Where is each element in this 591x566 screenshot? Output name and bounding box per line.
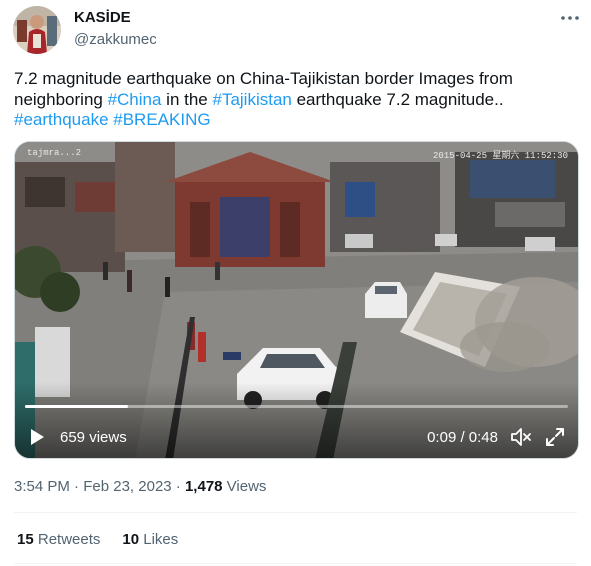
tweet-text-line-1: 7.2 magnitude earthquake on China-Tajiki… bbox=[14, 69, 513, 88]
hashtag-breaking[interactable]: #BREAKING bbox=[113, 110, 210, 129]
tweet-date[interactable]: Feb 23, 2023 bbox=[83, 478, 171, 495]
retweets-stat[interactable]: 15 Retweets bbox=[17, 531, 100, 548]
tweet-text: 7.2 magnitude earthquake on China-Tajiki… bbox=[14, 69, 574, 131]
meta-separator: · bbox=[69, 478, 84, 495]
hashtag-tajikistan[interactable]: #Tajikistan bbox=[213, 90, 292, 109]
avatar-image bbox=[13, 6, 61, 54]
volume-muted-icon bbox=[511, 428, 531, 446]
tweet-stats: 15 Retweets 10 Likes bbox=[17, 531, 178, 548]
retweets-label: Retweets bbox=[33, 531, 101, 548]
views-label: Views bbox=[222, 478, 267, 495]
text-segment: neighboring bbox=[14, 89, 108, 109]
fullscreen-button[interactable] bbox=[544, 426, 566, 448]
video-time: 0:09 / 0:48 bbox=[427, 429, 498, 446]
video-progress-fill bbox=[25, 405, 129, 408]
video-frame bbox=[15, 142, 578, 458]
play-icon bbox=[31, 429, 44, 445]
more-options-button[interactable] bbox=[556, 8, 584, 28]
meta-separator: · bbox=[171, 478, 185, 495]
more-horizontal-icon bbox=[561, 16, 579, 20]
tweet-text-line-2: neighboring #China in the #Tajikistan ea… bbox=[14, 90, 574, 111]
tweet-card: KASİDE @zakkumec 7.2 magnitude earthquak… bbox=[0, 0, 591, 566]
divider bbox=[14, 512, 577, 513]
divider bbox=[14, 563, 577, 564]
video-progress-bar[interactable] bbox=[25, 405, 568, 408]
text-segment: earthquake 7.2 magnitude.. bbox=[291, 89, 504, 109]
video-controls: 659 views 0:09 / 0:48 bbox=[15, 420, 578, 454]
likes-count: 10 bbox=[122, 531, 140, 548]
likes-label: Likes bbox=[139, 531, 179, 548]
retweets-count: 15 bbox=[17, 531, 34, 548]
mute-button[interactable] bbox=[510, 426, 532, 448]
avatar[interactable] bbox=[13, 6, 61, 54]
likes-stat[interactable]: 10 Likes bbox=[122, 531, 178, 548]
author-handle[interactable]: @zakkumec bbox=[74, 31, 157, 48]
tweet-time[interactable]: 3:54 PM bbox=[14, 478, 70, 495]
play-button[interactable] bbox=[27, 427, 47, 447]
tweet-text-line-3: #earthquake #BREAKING bbox=[14, 110, 574, 131]
hashtag-earthquake[interactable]: #earthquake bbox=[14, 110, 109, 129]
video-player[interactable]: tajmra...2 2015-04-25 星期六 11:52:30 659 v… bbox=[14, 141, 579, 459]
tweet-meta: 3:54 PM · Feb 23, 2023 · 1,478 Views bbox=[14, 478, 266, 495]
text-segment: in the bbox=[161, 89, 213, 109]
video-views: 659 views bbox=[60, 429, 127, 446]
camera-timestamp: 2015-04-25 星期六 11:52:30 bbox=[432, 151, 568, 161]
fullscreen-expand-icon bbox=[546, 428, 564, 446]
author-name[interactable]: KASİDE bbox=[74, 9, 131, 26]
views-count: 1,478 bbox=[184, 478, 223, 495]
camera-overlay-label: tajmra...2 bbox=[27, 148, 82, 158]
hashtag-china[interactable]: #China bbox=[108, 90, 162, 109]
